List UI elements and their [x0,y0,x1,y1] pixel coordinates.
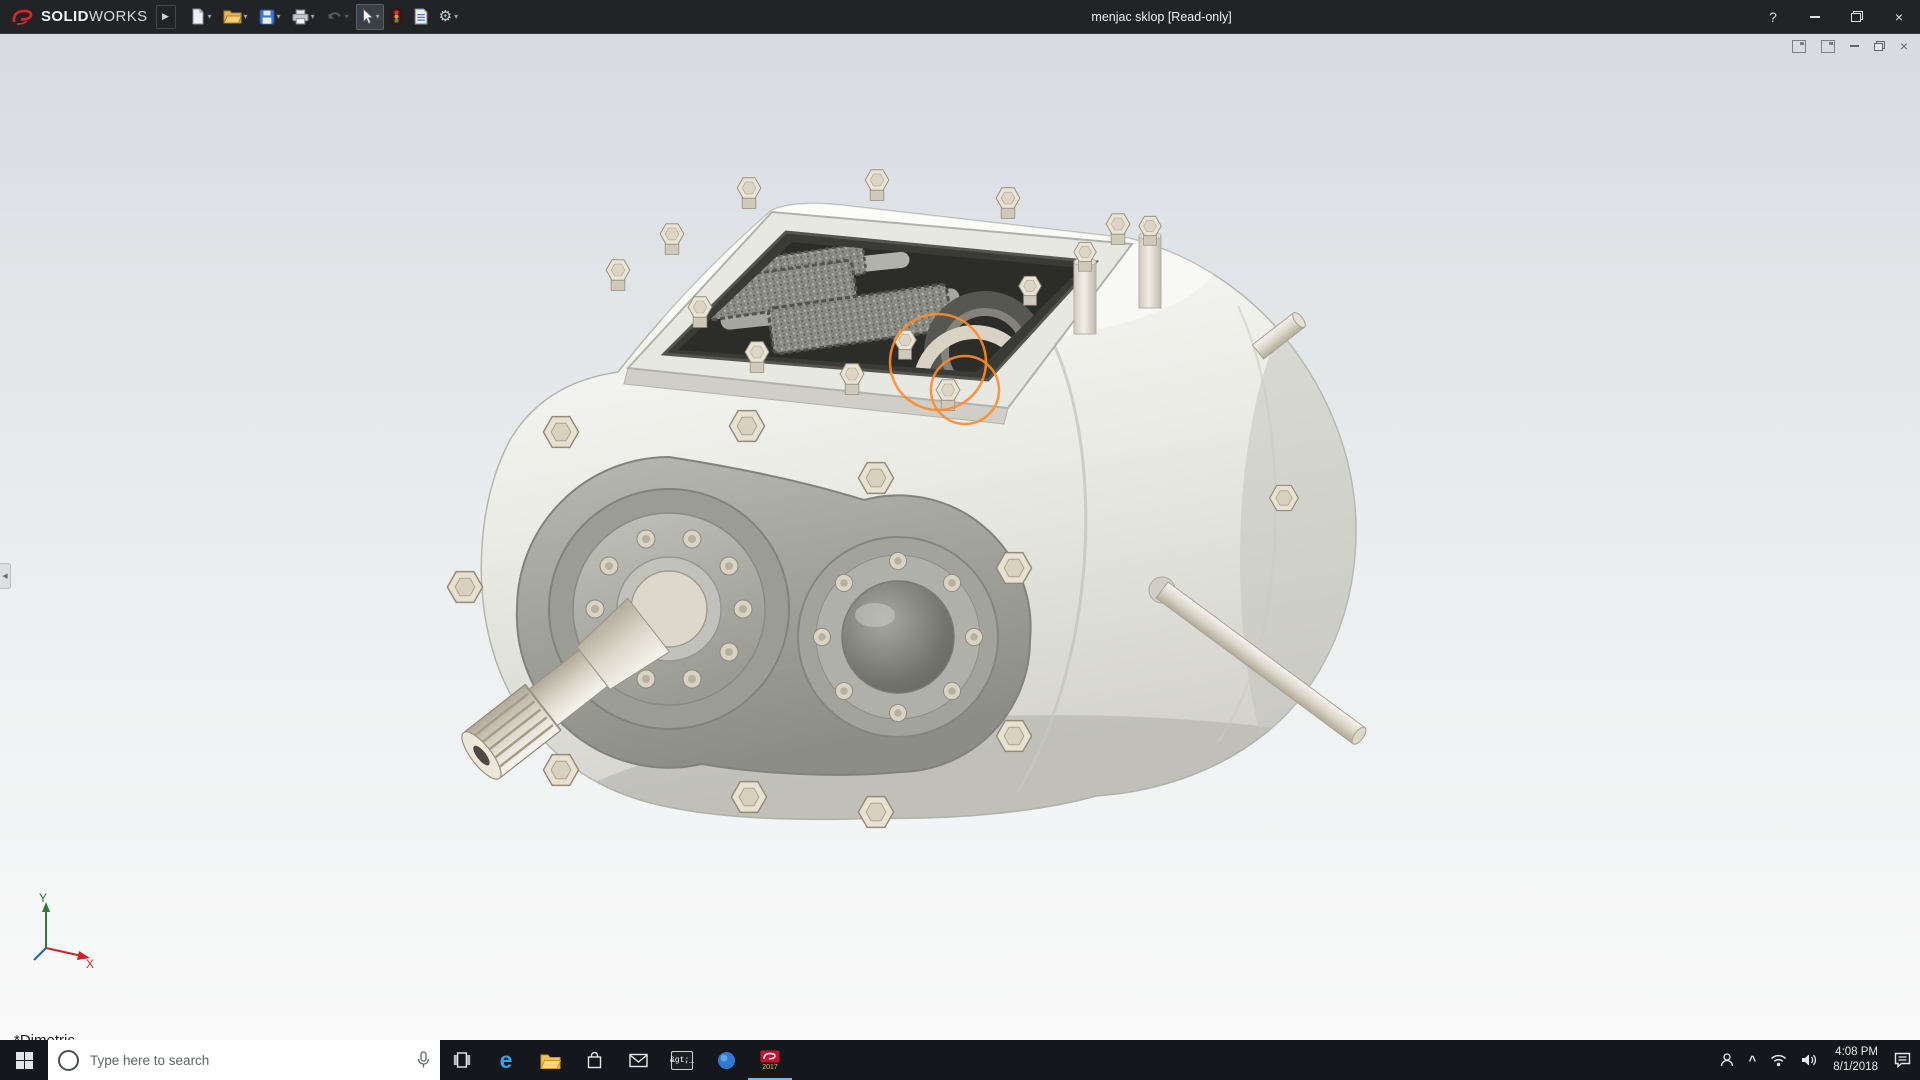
undo-button[interactable]: ▾ [322,4,353,30]
rebuild-button[interactable] [387,4,406,30]
search-input[interactable] [88,1051,408,1069]
clock-time: 4:08 PM [1835,1046,1878,1059]
feature-tree-collapse-arrow[interactable]: ◀ [0,563,11,589]
triad-x-label: X [86,957,94,968]
document-restore-button[interactable] [1873,41,1885,51]
action-center-button[interactable] [1887,1040,1918,1080]
envelope-icon [628,1053,648,1067]
terminal-icon[interactable]: &gt;_ [660,1040,704,1080]
titlebar: SOLIDWORKS ▶ ▾ ▾ ▾ ▾ ▾ ▾ ⚙ ▾ menjac sklo… [0,0,1920,34]
help-button[interactable]: ? [1752,0,1794,33]
dropdown-caret[interactable]: ▾ [311,12,315,21]
rebuild-stoplight-icon [391,8,401,25]
restore-icon [1851,11,1863,22]
volume-icon[interactable] [1794,1040,1824,1080]
minimize-icon [1810,15,1820,18]
solidworks-year-badge: 2017 [762,1063,778,1071]
solidworks-app-icon [760,1050,780,1062]
pane-icon[interactable] [1791,39,1806,53]
network-icon[interactable] [1763,1040,1794,1080]
solidworks-taskbar-icon[interactable]: 2017 [748,1040,792,1080]
save-icon [259,9,275,24]
clock-date: 8/1/2018 [1833,1061,1878,1073]
taskbar-search[interactable] [48,1040,440,1080]
window-controls: ? × [1752,0,1920,33]
hidden-icons-chevron[interactable]: ^ [1742,1040,1764,1080]
pane-icon[interactable] [1820,39,1835,53]
taskbar-apps: e &gt;_ 2017 [440,1040,792,1080]
brand-text: SOLIDWORKS [41,8,148,25]
edge-glyph: e [499,1046,513,1073]
task-view-button[interactable] [440,1040,484,1080]
dropdown-caret[interactable]: ▾ [454,12,458,21]
windows-taskbar: e &gt;_ [0,1040,1920,1080]
dropdown-caret[interactable]: ▾ [208,12,212,21]
cortana-icon[interactable] [58,1049,79,1071]
select-tool-button[interactable]: ▾ [355,3,384,30]
document-close-button[interactable]: × [1900,39,1908,53]
graphics-viewport[interactable]: ◀ Y X *Dimetric [0,33,1920,1040]
save-button[interactable]: ▾ [255,4,285,30]
chevron-up-icon: ^ [1748,1052,1757,1068]
solidworks-logo-icon [12,9,33,25]
file-properties-icon [414,8,428,25]
file-explorer-icon[interactable] [528,1040,572,1080]
view-orientation-label: *Dimetric [14,1032,75,1040]
edge-icon[interactable]: e [484,1040,528,1080]
task-view-icon [453,1052,471,1068]
dropdown-caret[interactable]: ▾ [244,12,248,21]
dropdown-caret[interactable]: ▾ [376,12,380,21]
close-button[interactable]: × [1878,0,1920,33]
output-bearing-cover[interactable] [797,536,999,738]
system-tray: ^ 4:08 PM 8/1/2018 [1712,1040,1920,1080]
people-icon[interactable] [1712,1040,1742,1080]
triad-y-label: Y [39,891,47,905]
document-window-controls: × [1791,39,1908,53]
window-title: menjac sklop [Read-only] [1091,9,1232,24]
brand-light: WORKS [88,8,148,25]
console-glyph: &gt;_ [670,1050,694,1070]
shopping-bag-icon [587,1051,601,1068]
microphone-icon[interactable] [417,1051,430,1069]
folder-icon [539,1054,561,1069]
start-button[interactable] [0,1040,48,1080]
maximize-button[interactable] [1836,0,1878,33]
dropdown-caret[interactable]: ▾ [277,12,281,21]
new-document-icon [192,8,204,25]
app-icon-blue[interactable] [704,1040,748,1080]
gear-icon: ⚙ [438,8,453,25]
brand-bold: SOLID [41,8,89,25]
taskbar-clock[interactable]: 4:08 PM 8/1/2018 [1824,1040,1887,1080]
new-document-button[interactable]: ▾ [186,4,216,30]
open-button[interactable]: ▾ [219,4,252,30]
quick-access-toolbar: ▾ ▾ ▾ ▾ ▾ ▾ ⚙ ▾ [186,3,463,30]
select-cursor-icon [362,8,374,25]
reference-triad[interactable]: Y X [22,890,100,968]
open-folder-icon [222,10,242,24]
mail-icon[interactable] [616,1040,660,1080]
solidworks-logo: SOLIDWORKS [0,0,156,33]
menu-expand-arrow[interactable]: ▶ [155,4,176,29]
print-icon [292,9,309,24]
file-properties-button[interactable] [409,4,432,30]
options-button[interactable]: ⚙ ▾ [435,4,462,30]
windows-logo-icon [15,1051,33,1069]
undo-icon [328,12,341,19]
viewport-canvas[interactable] [0,33,1920,1040]
dropdown-caret[interactable]: ▾ [345,12,349,21]
gearbox-model[interactable] [446,160,1570,975]
document-minimize-button[interactable] [1849,45,1859,47]
store-icon[interactable] [572,1040,616,1080]
print-button[interactable]: ▾ [288,4,319,30]
action-center-icon [1894,1052,1911,1068]
blue-globe-icon [717,1051,735,1069]
minimize-button[interactable] [1794,0,1836,33]
